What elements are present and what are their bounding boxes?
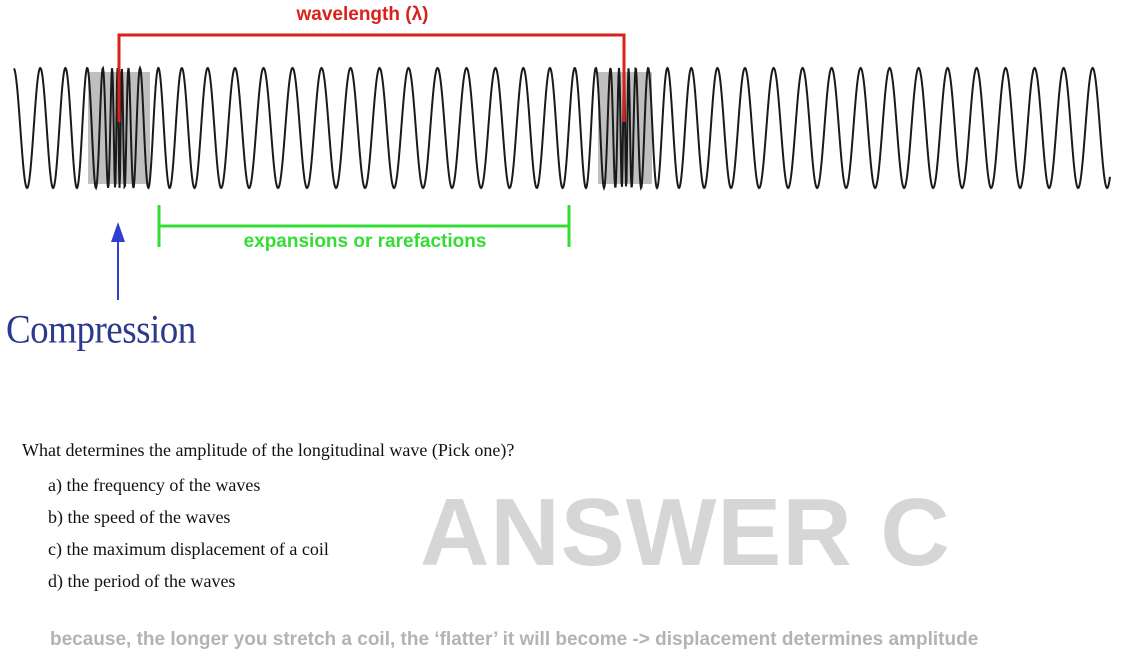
answer-watermark: ANSWER C — [420, 479, 951, 586]
wavelength-label: wavelength (λ) — [296, 4, 429, 25]
question-text: What determines the amplitude of the lon… — [22, 440, 515, 460]
option-c[interactable]: c) the maximum displacement of a coil — [48, 539, 329, 560]
compression-label: Compression — [6, 307, 196, 353]
compression-arrow — [111, 222, 125, 300]
explanation-text: because, the longer you stretch a coil, … — [50, 629, 979, 650]
coil-wave — [13, 65, 1111, 191]
option-b[interactable]: b) the speed of the waves — [48, 507, 230, 528]
option-a[interactable]: a) the frequency of the waves — [48, 475, 260, 496]
expansion-label: expansions or rarefactions — [243, 231, 487, 252]
option-d[interactable]: d) the period of the waves — [48, 571, 235, 592]
coil-wave-line — [13, 65, 1111, 191]
